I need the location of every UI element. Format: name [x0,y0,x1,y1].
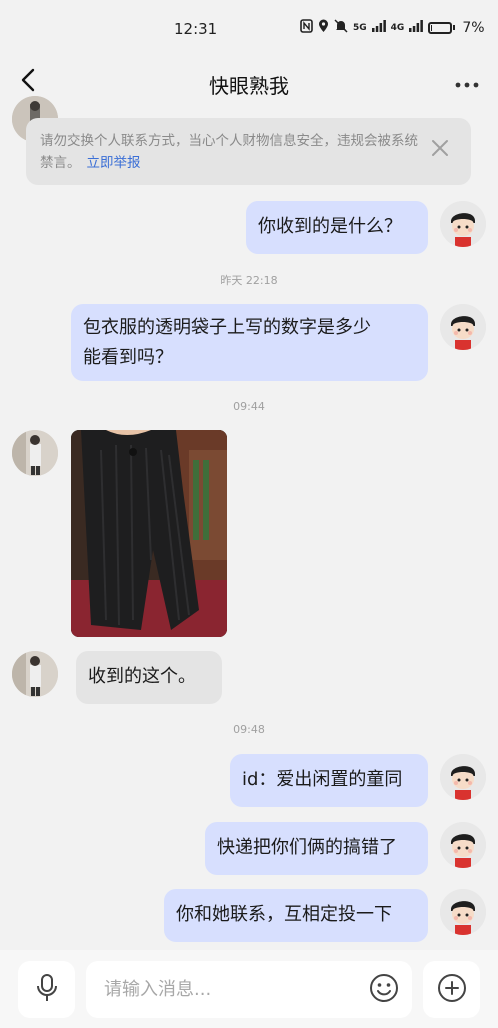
title-bar: 快眼熟我 [0,58,498,106]
message-text: id：爱出闲置的童同 [242,769,403,790]
close-icon [431,139,449,164]
input-bar [0,950,498,1028]
my-avatar[interactable] [440,304,486,350]
status-bar: 12:31 5G 4G 7% [0,0,498,58]
location-icon [318,19,329,36]
more-button[interactable] [450,68,484,96]
more-dots-icon [455,73,479,92]
page-title: 快眼熟我 [209,74,289,98]
contact-avatar[interactable] [12,651,58,697]
message-text: 你和她联系，互相定投一下 [176,904,392,925]
my-avatar[interactable] [440,822,486,868]
message-text: 收到的这个。 [88,666,196,687]
voice-input-button[interactable] [18,961,75,1018]
cartoon-avatar-icon [440,822,486,868]
timestamp: 09:44 [233,400,265,413]
chat-screen: 12:31 5G 4G 7% 快眼熟我 请勿交换个人联系方式，当心个人财物信息安… [0,0,498,1028]
photo-avatar-icon [12,430,58,476]
message-bubble-sent[interactable]: 包衣服的透明袋子上写的数字是多少 能看到吗？ [71,304,428,381]
emoji-icon [369,973,399,1007]
message-text-line: 能看到吗？ [83,347,173,368]
message-text: 快递把你们俩的搞错了 [217,837,397,858]
report-link[interactable]: 立即举报 [87,155,141,171]
battery-icon [428,21,456,34]
cartoon-avatar-icon [440,304,486,350]
status-time: 12:31 [174,20,218,38]
emoji-button[interactable] [366,972,402,1008]
message-bubble-received[interactable]: 收到的这个。 [76,651,222,704]
my-avatar[interactable] [440,754,486,800]
message-text: 你收到的是什么？ [258,216,402,237]
microphone-icon [36,973,58,1006]
message-text-line: 包衣服的透明袋子上写的数字是多少 [83,317,371,338]
photo-avatar-icon [12,651,58,697]
battery-percent: 7% [462,19,485,36]
my-avatar[interactable] [440,201,486,247]
more-actions-button[interactable] [423,961,480,1018]
notice-close-button[interactable] [425,136,455,166]
cartoon-avatar-icon [440,889,486,935]
message-input[interactable] [86,961,412,1018]
cartoon-avatar-icon [440,201,486,247]
mute-bell-icon [334,19,348,36]
message-bubble-sent[interactable]: 你收到的是什么？ [246,201,428,254]
timestamp: 昨天 22:18 [220,274,278,287]
signal-icon [371,20,386,35]
signal-5g-label: 5G [353,22,367,33]
message-bubble-sent[interactable]: 快递把你们俩的搞错了 [205,822,428,875]
status-icons: 5G 4G 7% [300,19,485,36]
signal-icon [409,20,424,35]
signal-4g-label: 4G [390,22,405,33]
timestamp: 09:48 [233,723,265,736]
image-message[interactable] [71,430,227,637]
plus-circle-icon [437,973,467,1007]
contact-avatar[interactable] [12,430,58,476]
cartoon-avatar-icon [440,754,486,800]
my-avatar[interactable] [440,889,486,935]
message-bubble-sent[interactable]: id：爱出闲置的童同 [230,754,428,807]
safety-notice: 请勿交换个人联系方式，当心个人财物信息安全，违规会被系统禁言。 立即举报 [26,118,471,185]
nfc-icon [300,19,313,36]
message-bubble-sent[interactable]: 你和她联系，互相定投一下 [164,889,428,942]
trousers-photo [71,430,227,637]
